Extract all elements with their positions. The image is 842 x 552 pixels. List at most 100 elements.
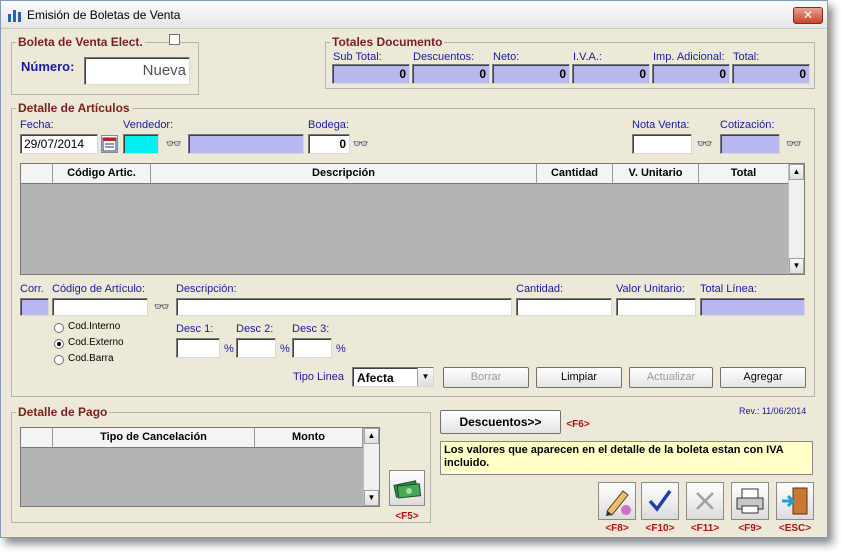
revision-label: Rev.: 11/06/2014	[739, 406, 807, 416]
tipo-linea-select[interactable]: Afecta ▼	[352, 367, 434, 387]
pago-scroll-down-arrow-icon[interactable]: ▼	[364, 490, 379, 506]
pago-grid[interactable]: Tipo de Cancelación Monto ▲ ▼	[20, 427, 380, 507]
nota-venta-label: Nota Venta:	[632, 119, 690, 131]
pago-scroll-up-arrow-icon[interactable]: ▲	[364, 428, 379, 444]
valor-unitario-field[interactable]	[616, 298, 696, 316]
pago-scrollbar[interactable]: ▲ ▼	[363, 428, 379, 506]
cotizacion-label: Cotización:	[720, 119, 775, 131]
grid-row-header	[21, 164, 53, 184]
close-button[interactable]: ✕	[793, 7, 823, 24]
desc3-field[interactable]	[292, 338, 332, 358]
f10-key-label: <F10>	[645, 523, 675, 534]
boleta-legend: Boleta de Venta	[18, 35, 108, 49]
cod-interno-label: Cod.Interno	[68, 321, 121, 332]
cotizacion-field[interactable]	[720, 134, 780, 154]
total-linea-label: Total Línea:	[700, 283, 757, 295]
accept-button[interactable]	[641, 482, 679, 520]
total-field: 0	[732, 64, 810, 84]
descripcion-label: Descripción:	[176, 283, 237, 295]
fecha-label: Fecha:	[20, 119, 54, 131]
valor-unitario-label: Valor Unitario:	[616, 283, 685, 295]
articulo-search-binoculars-icon[interactable]: 👓	[152, 299, 172, 315]
detalle-articulos-legend: Detalle de Artículos	[18, 101, 130, 115]
elect-label: Elect.	[110, 35, 143, 49]
grid-header-total[interactable]: Total	[699, 164, 789, 184]
articulos-scrollbar[interactable]: ▲ ▼	[788, 164, 804, 274]
totales-legend: Totales Documento	[332, 35, 443, 49]
descuentos-button[interactable]: Descuentos>>	[440, 410, 561, 434]
scroll-up-arrow-icon[interactable]: ▲	[789, 164, 804, 180]
iva-field: 0	[572, 64, 650, 84]
calendar-button[interactable]	[101, 135, 118, 153]
corr-label: Corr.	[20, 283, 44, 295]
bodega-field[interactable]: 0	[308, 134, 350, 154]
detalle-pago-legend: Detalle de Pago	[18, 405, 108, 419]
pago-grid-row-header	[21, 428, 53, 448]
printer-icon	[736, 488, 764, 514]
f6-key-label: <F6>	[566, 419, 590, 430]
vendedor-label: Vendedor:	[123, 119, 174, 131]
descuentos-total-label: Descuentos:	[413, 51, 475, 63]
vendedor-name-field	[188, 134, 304, 154]
pago-header-tipo-cancelacion[interactable]: Tipo de Cancelación	[53, 428, 255, 448]
vendedor-search-binoculars-icon[interactable]: 👓	[164, 136, 184, 152]
f5-key-label: <F5>	[395, 511, 419, 522]
esc-key-label: <ESC>	[778, 523, 812, 534]
desc2-field[interactable]	[236, 338, 276, 358]
f9-key-label: <F9>	[738, 523, 762, 534]
bodega-label: Bodega:	[308, 119, 349, 131]
fecha-field[interactable]: 29/07/2014	[20, 134, 98, 154]
limpiar-button[interactable]: Limpiar	[536, 367, 622, 388]
grid-header-codigo[interactable]: Código Artic.	[53, 164, 151, 184]
f8-key-label: <F8>	[605, 523, 629, 534]
corr-field	[20, 298, 49, 316]
grid-header-v-unitario[interactable]: V. Unitario	[613, 164, 699, 184]
borrar-button[interactable]: Borrar	[443, 367, 529, 388]
codigo-articulo-field[interactable]	[52, 298, 148, 316]
nota-venta-field[interactable]	[632, 134, 692, 154]
desc2-label: Desc 2:	[236, 323, 274, 335]
elect-checkbox[interactable]	[169, 34, 180, 45]
grid-header-descripcion[interactable]: Descripción	[151, 164, 537, 184]
cotizacion-search-binoculars-icon[interactable]: 👓	[784, 136, 804, 152]
info-message: Los valores que aparecen en el detalle d…	[440, 441, 813, 475]
pago-money-button[interactable]	[389, 470, 425, 506]
main-window: Emisión de Boletas de Venta ✕ Boleta de …	[0, 0, 828, 538]
descuentos-total-field: 0	[412, 64, 490, 84]
agregar-button[interactable]: Agregar	[720, 367, 806, 388]
neto-field: 0	[492, 64, 570, 84]
print-button[interactable]	[731, 482, 769, 520]
bodega-search-binoculars-icon[interactable]: 👓	[351, 136, 371, 152]
desc1-label: Desc 1:	[176, 323, 214, 335]
exit-button[interactable]	[776, 482, 814, 520]
radio-cod-barra[interactable]	[54, 355, 64, 365]
radio-cod-externo[interactable]	[54, 339, 64, 349]
desc1-field[interactable]	[176, 338, 220, 358]
grid-header-cantidad[interactable]: Cantidad	[537, 164, 613, 184]
radio-cod-interno[interactable]	[54, 323, 64, 333]
vendedor-code-field[interactable]	[123, 134, 159, 154]
cancel-button[interactable]	[686, 482, 724, 520]
pago-header-monto[interactable]: Monto	[255, 428, 363, 448]
articulos-grid[interactable]: Código Artic. Descripción Cantidad V. Un…	[20, 163, 805, 275]
codigo-articulo-label: Código de Artículo:	[52, 283, 145, 295]
check-icon	[648, 489, 672, 512]
chevron-down-icon[interactable]: ▼	[417, 368, 433, 386]
desc3-label: Desc 3:	[292, 323, 330, 335]
cod-barra-label: Cod.Barra	[68, 353, 114, 364]
imp-adicional-field: 0	[652, 64, 730, 84]
scroll-down-arrow-icon[interactable]: ▼	[789, 258, 804, 274]
nota-venta-search-binoculars-icon[interactable]: 👓	[695, 136, 715, 152]
desc2-percent: %	[280, 343, 290, 355]
neto-label: Neto:	[493, 51, 520, 63]
numero-field[interactable]: Nueva	[84, 57, 190, 85]
descripcion-field[interactable]	[176, 298, 512, 316]
actualizar-button[interactable]: Actualizar	[629, 367, 713, 388]
iva-label: I.V.A.:	[573, 51, 602, 63]
exit-door-icon	[782, 487, 808, 515]
money-bills-icon	[393, 480, 422, 499]
cancel-x-icon	[696, 492, 714, 510]
edit-button[interactable]	[598, 482, 636, 520]
cantidad-field[interactable]	[516, 298, 612, 316]
app-chart-icon	[8, 10, 21, 22]
